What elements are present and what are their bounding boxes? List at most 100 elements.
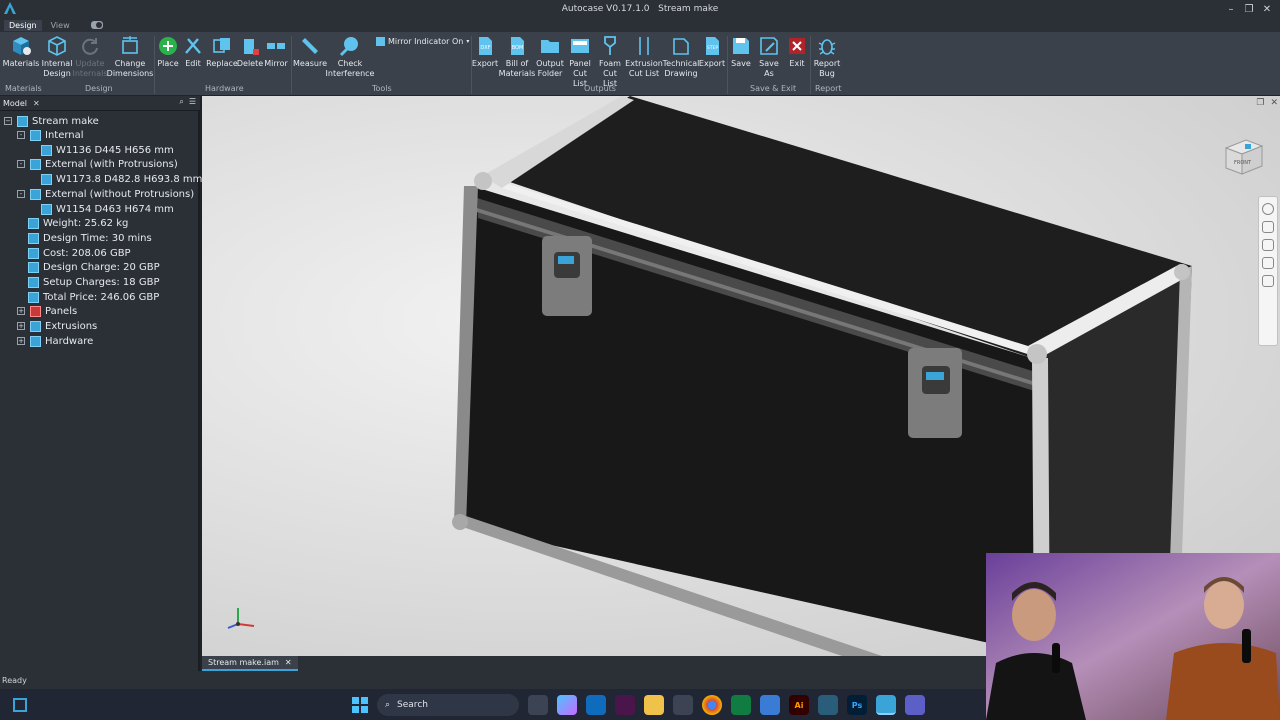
inventor-icon[interactable] bbox=[818, 695, 838, 715]
mirror-button[interactable]: Mirror bbox=[263, 35, 289, 69]
tree-item[interactable]: Design Time: 30 mins bbox=[28, 231, 152, 245]
save-as-button[interactable]: Save As bbox=[754, 35, 784, 79]
tree-item[interactable]: - Internal bbox=[17, 128, 84, 142]
collapse-icon[interactable]: - bbox=[17, 190, 25, 198]
tree-item[interactable]: W1154 D463 H674 mm bbox=[41, 202, 174, 216]
collapse-icon[interactable]: - bbox=[17, 131, 25, 139]
document-tab[interactable]: Stream make.iam ✕ bbox=[202, 656, 298, 671]
copilot-icon[interactable] bbox=[557, 695, 577, 715]
ribbon-separator bbox=[291, 36, 292, 94]
tree-item[interactable]: Design Charge: 20 GBP bbox=[28, 260, 160, 274]
tree-item[interactable]: W1173.8 D482.8 H693.8 mm bbox=[41, 172, 202, 186]
search-icon[interactable]: ⌕ bbox=[179, 97, 183, 107]
delete-button[interactable]: Delete bbox=[237, 35, 263, 69]
property-node-icon bbox=[28, 217, 39, 229]
zoom-icon[interactable] bbox=[1262, 239, 1274, 251]
tab-design[interactable]: Design bbox=[4, 19, 42, 31]
teams-icon[interactable] bbox=[905, 695, 925, 715]
slack-icon[interactable] bbox=[615, 695, 635, 715]
chrome-icon[interactable] bbox=[702, 695, 722, 715]
show-desktop-icon[interactable] bbox=[12, 697, 28, 713]
tree-item[interactable]: Cost: 208.06 GBP bbox=[28, 246, 131, 260]
ribbon-toggle-icon[interactable] bbox=[90, 21, 103, 29]
edit-button[interactable]: Edit bbox=[182, 35, 204, 69]
tree-item[interactable]: - External (without Protrusions) bbox=[17, 187, 194, 201]
report-bug-button[interactable]: Report Bug bbox=[812, 35, 842, 79]
update-internals-button[interactable]: Update Internals bbox=[73, 35, 108, 79]
restore-icon[interactable]: ❐ bbox=[1240, 0, 1258, 18]
tree-item[interactable]: - External (with Protrusions) bbox=[17, 157, 178, 171]
replace-button[interactable]: Replace bbox=[206, 35, 238, 69]
file-explorer-icon[interactable] bbox=[528, 695, 548, 715]
tree-item-extrusions[interactable]: + Extrusions bbox=[17, 319, 97, 333]
store-icon[interactable] bbox=[673, 695, 693, 715]
autocase-icon[interactable] bbox=[876, 695, 896, 715]
folder-icon[interactable] bbox=[644, 695, 664, 715]
svg-text:STEP: STEP bbox=[707, 45, 718, 51]
close-icon[interactable]: ✕ bbox=[1258, 0, 1276, 18]
windows-start-icon[interactable] bbox=[352, 697, 368, 713]
tree-item-root[interactable]: − Stream make bbox=[4, 114, 99, 128]
close-tab-icon[interactable]: ✕ bbox=[285, 658, 292, 667]
extrusions-icon bbox=[30, 320, 41, 332]
tree-item[interactable]: Weight: 25.62 kg bbox=[28, 216, 128, 230]
minimize-icon[interactable]: – bbox=[1222, 0, 1240, 18]
dimension-node-icon bbox=[41, 203, 52, 215]
close-panel-icon[interactable]: ✕ bbox=[33, 99, 40, 108]
change-dimensions-button[interactable]: Change Dimensions bbox=[107, 35, 153, 79]
maximize-viewport-icon[interactable]: ❐ bbox=[1256, 98, 1264, 108]
output-folder-button[interactable]: Output Folder bbox=[535, 35, 565, 79]
export-dxf-button[interactable]: DXF Export bbox=[472, 35, 498, 69]
look-at-icon[interactable] bbox=[1262, 275, 1274, 287]
bill-of-materials-button[interactable]: BOM Bill of Materials bbox=[499, 35, 535, 79]
save-icon bbox=[730, 35, 752, 57]
bom-icon: BOM bbox=[506, 35, 528, 57]
orbit-icon[interactable] bbox=[1262, 257, 1274, 269]
tab-view[interactable]: View bbox=[46, 20, 75, 31]
export-step-button[interactable]: STEP Export bbox=[699, 35, 725, 69]
tree-item-hardware[interactable]: + Hardware bbox=[17, 334, 93, 348]
collapse-icon[interactable]: - bbox=[17, 160, 25, 168]
expand-icon[interactable]: + bbox=[17, 322, 25, 330]
collapse-icon[interactable]: − bbox=[4, 117, 12, 125]
hardware-icon bbox=[30, 335, 41, 347]
expand-icon[interactable]: + bbox=[17, 337, 25, 345]
panel-cut-list-button[interactable]: Panel Cut List bbox=[565, 35, 595, 89]
tree-item[interactable]: W1136 D445 H656 mm bbox=[41, 143, 174, 157]
close-viewport-icon[interactable]: ✕ bbox=[1270, 98, 1278, 108]
exit-button[interactable]: Exit bbox=[786, 35, 808, 69]
model-tree: − Stream make - Internal W1136 D445 H656 m… bbox=[0, 111, 202, 671]
excel-icon[interactable] bbox=[731, 695, 751, 715]
place-button[interactable]: Place bbox=[156, 35, 180, 69]
tree-item[interactable]: Setup Charges: 18 GBP bbox=[28, 275, 159, 289]
mirror-indicator-dropdown[interactable]: Mirror Indicator On ▾ bbox=[376, 37, 469, 46]
assembly-icon bbox=[17, 115, 28, 127]
photoshop-icon[interactable]: Ps bbox=[847, 695, 867, 715]
navigation-bar bbox=[1258, 196, 1278, 346]
tree-item-panels[interactable]: + Panels bbox=[17, 304, 77, 318]
group-tools: Tools bbox=[372, 84, 392, 93]
expand-icon[interactable]: + bbox=[17, 307, 25, 315]
save-button[interactable]: Save bbox=[730, 35, 752, 69]
interference-icon bbox=[339, 35, 361, 57]
steering-wheel-icon[interactable] bbox=[1262, 203, 1274, 215]
illustrator-icon[interactable]: Ai bbox=[789, 695, 809, 715]
check-interference-button[interactable]: Check Interference bbox=[326, 35, 374, 79]
model-panel-title: Model bbox=[3, 98, 28, 108]
ruler-icon bbox=[299, 35, 321, 57]
dimension-node-icon bbox=[41, 173, 52, 185]
extrusion-cut-list-button[interactable]: Extrusion Cut List bbox=[625, 35, 663, 79]
viewcube[interactable]: FRONT bbox=[1220, 132, 1266, 178]
vpn-icon[interactable] bbox=[760, 695, 780, 715]
taskbar-search[interactable]: ⌕ Search bbox=[377, 694, 519, 716]
technical-drawing-button[interactable]: Technical Drawing bbox=[662, 35, 700, 79]
menu-icon[interactable]: ☰ bbox=[189, 97, 196, 107]
tree-item[interactable]: Total Price: 246.06 GBP bbox=[28, 290, 159, 304]
materials-button[interactable]: Materials bbox=[3, 35, 39, 69]
internal-design-button[interactable]: Internal Design bbox=[40, 35, 74, 79]
measure-button[interactable]: Measure bbox=[293, 35, 327, 69]
title-bar: Autocase V0.17.1.0 Stream make – ❐ ✕ bbox=[0, 0, 1280, 18]
outlook-icon[interactable] bbox=[586, 695, 606, 715]
foam-cut-list-button[interactable]: Foam Cut List bbox=[596, 35, 624, 89]
pan-icon[interactable] bbox=[1262, 221, 1274, 233]
